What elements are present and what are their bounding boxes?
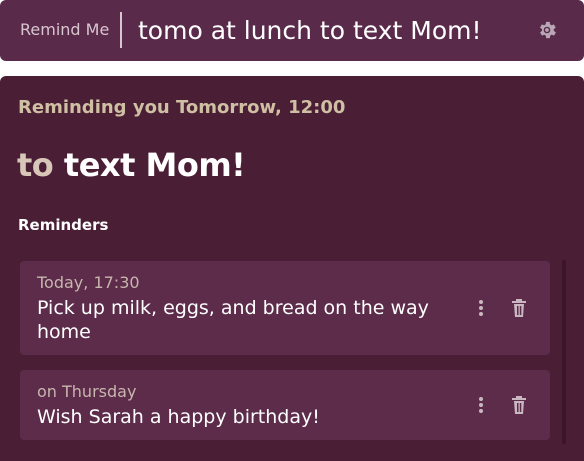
app-label: Remind Me xyxy=(20,20,110,39)
title-prefix: to xyxy=(17,146,54,184)
reminder-time: Today, 17:30 xyxy=(37,273,140,292)
scrollbar[interactable] xyxy=(562,260,566,444)
reminder-time: on Thursday xyxy=(37,382,137,401)
reminder-card[interactable]: Today, 17:30 Pick up milk, eggs, and bre… xyxy=(20,261,550,355)
gear-icon[interactable] xyxy=(536,19,558,41)
reminder-preview-title: to text Mom! xyxy=(17,146,246,184)
more-vertical-icon[interactable] xyxy=(476,298,486,318)
title-text: text Mom! xyxy=(63,146,246,184)
more-vertical-icon[interactable] xyxy=(476,395,486,415)
trash-icon[interactable] xyxy=(510,298,528,318)
reminder-input-bar: Remind Me xyxy=(0,0,584,61)
reminder-card[interactable]: on Thursday Wish Sarah a happy birthday! xyxy=(20,370,550,440)
reminder-status: Reminding you Tomorrow, 12:00 xyxy=(18,97,346,118)
reminders-heading: Reminders xyxy=(18,216,109,234)
reminder-input[interactable] xyxy=(138,10,518,50)
divider xyxy=(120,12,122,48)
reminder-text: Pick up milk, eggs, and bread on the way… xyxy=(37,297,429,343)
reminder-text: Wish Sarah a happy birthday! xyxy=(37,406,320,428)
trash-icon[interactable] xyxy=(510,395,528,415)
reminders-panel: Reminding you Tomorrow, 12:00 to text Mo… xyxy=(0,76,584,461)
